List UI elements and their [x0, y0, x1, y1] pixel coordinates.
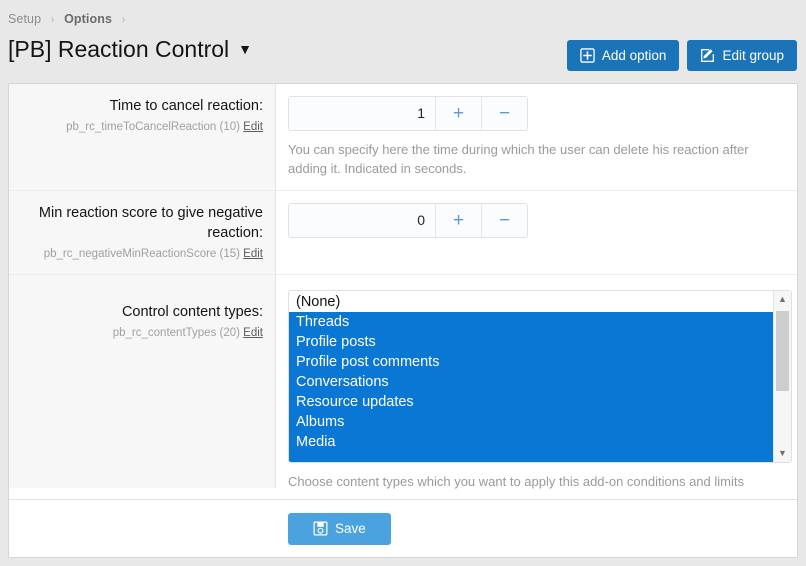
field-label-column: Time to cancel reaction: pb_rc_timeToCan…: [9, 84, 276, 190]
field-edit-link[interactable]: Edit: [243, 248, 263, 260]
page-title: [PB] Reaction Control: [8, 34, 229, 64]
page-header: Setup › Options › [PB] Reaction Control …: [0, 0, 806, 72]
scrollbar-thumb[interactable]: [776, 311, 789, 391]
field-meta: pb_rc_timeToCancelReaction (10) Edit: [19, 119, 263, 135]
list-item[interactable]: Conversations: [289, 372, 773, 392]
breadcrumb-separator-icon: ›: [122, 14, 126, 26]
list-item[interactable]: Threads: [289, 312, 773, 332]
field-meta: pb_rc_contentTypes (20) Edit: [19, 325, 263, 341]
increment-button[interactable]: +: [435, 97, 481, 130]
list-item[interactable]: Resource updates: [289, 392, 773, 412]
list-item[interactable]: [289, 452, 773, 462]
scroll-up-arrow-icon[interactable]: ▲: [774, 291, 791, 308]
field-value-column: 1 + − You can specify here the time duri…: [276, 84, 797, 190]
form-row: Min reaction score to give negative reac…: [9, 191, 797, 275]
options-form: Time to cancel reaction: pb_rc_timeToCan…: [9, 84, 797, 503]
list-item[interactable]: Albums: [289, 412, 773, 432]
chevron-down-icon[interactable]: ▼: [238, 34, 252, 64]
field-meta: pb_rc_negativeMinReactionScore (15) Edit: [19, 246, 263, 262]
field-key: pb_rc_timeToCancelReaction (10): [66, 121, 240, 133]
edit-group-label: Edit group: [722, 40, 784, 71]
field-edit-link[interactable]: Edit: [243, 327, 263, 339]
floppy-disk-icon: [313, 521, 328, 536]
field-label-column: Min reaction score to give negative reac…: [9, 191, 276, 274]
decrement-button[interactable]: −: [481, 97, 527, 130]
card-footer: Save: [9, 499, 797, 557]
list-item[interactable]: Media: [289, 432, 773, 452]
min-reaction-score-input[interactable]: 0: [289, 204, 435, 237]
breadcrumb-item-setup[interactable]: Setup: [8, 12, 41, 26]
field-key: pb_rc_contentTypes (20): [113, 327, 240, 339]
form-row: Time to cancel reaction: pb_rc_timeToCan…: [9, 84, 797, 191]
time-to-cancel-reaction-stepper[interactable]: 1 + −: [288, 96, 528, 131]
options-card: Time to cancel reaction: pb_rc_timeToCan…: [8, 83, 798, 558]
save-button[interactable]: Save: [288, 513, 391, 545]
listbox-scrollbar[interactable]: ▲ ▼: [773, 291, 791, 462]
time-to-cancel-reaction-input[interactable]: 1: [289, 97, 435, 130]
list-item[interactable]: Profile posts: [289, 332, 773, 352]
header-actions: Add option Edit group: [567, 40, 797, 71]
decrement-button[interactable]: −: [481, 204, 527, 237]
field-key: pb_rc_negativeMinReactionScore (15): [44, 248, 240, 260]
min-reaction-score-stepper[interactable]: 0 + −: [288, 203, 528, 238]
scroll-down-arrow-icon[interactable]: ▼: [774, 445, 791, 462]
form-row: Control content types: pb_rc_contentType…: [9, 275, 797, 503]
pencil-square-icon: [700, 48, 715, 63]
field-label: Time to cancel reaction:: [19, 96, 263, 116]
add-option-label: Add option: [602, 40, 667, 71]
breadcrumb-item-options[interactable]: Options: [64, 12, 112, 26]
field-explain-text: Choose content types which you want to a…: [288, 472, 783, 491]
content-types-options: (None) Threads Profile posts Profile pos…: [289, 291, 773, 462]
list-item[interactable]: (None): [289, 292, 773, 312]
field-value-column: (None) Threads Profile posts Profile pos…: [276, 275, 797, 503]
save-label: Save: [335, 513, 366, 545]
field-label: Control content types:: [19, 302, 263, 322]
field-edit-link[interactable]: Edit: [243, 121, 263, 133]
breadcrumb-separator-icon: ›: [51, 14, 55, 26]
field-label: Min reaction score to give negative reac…: [19, 203, 263, 243]
increment-button[interactable]: +: [435, 204, 481, 237]
field-label-column: Control content types: pb_rc_contentType…: [9, 275, 276, 488]
content-types-listbox[interactable]: (None) Threads Profile posts Profile pos…: [288, 290, 792, 463]
add-option-button[interactable]: Add option: [567, 40, 680, 71]
list-item[interactable]: Profile post comments: [289, 352, 773, 372]
field-value-column: 0 + −: [276, 191, 797, 274]
breadcrumb: Setup › Options ›: [8, 10, 794, 28]
field-explain-text: You can specify here the time during whi…: [288, 140, 783, 178]
edit-group-button[interactable]: Edit group: [687, 40, 797, 71]
plus-square-icon: [580, 48, 595, 63]
